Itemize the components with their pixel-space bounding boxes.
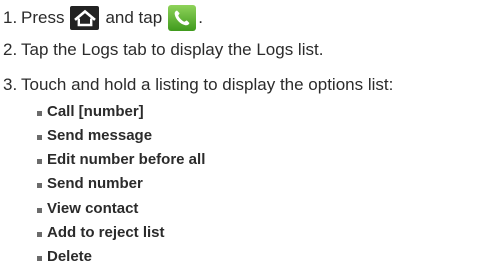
step-text-middle: and tap — [105, 8, 163, 27]
option-label: Send message — [47, 127, 153, 144]
option-label: View contact — [47, 200, 139, 217]
bullet-icon — [37, 231, 42, 237]
bullet-icon — [37, 255, 42, 261]
option-item: Add to reject list — [37, 224, 165, 242]
option-item: Send message — [37, 127, 152, 145]
option-item: Call [number] — [37, 103, 144, 121]
step-text: Tap the Logs tab to display the Logs lis… — [21, 40, 324, 59]
option-label: Add to reject list — [47, 224, 165, 241]
option-item: Delete — [37, 248, 92, 266]
step-text-after: . — [198, 8, 203, 27]
bullet-icon — [37, 158, 42, 164]
instructions-page: 1. Press and tap . 2. Tap the Logs tab t… — [0, 0, 485, 274]
option-label: Send number — [47, 175, 143, 192]
bullet-icon — [37, 182, 42, 188]
step-text: Touch and hold a listing to display the … — [21, 75, 394, 94]
step-3: 3. Touch and hold a listing to display t… — [3, 75, 393, 95]
step-text-before: Press — [21, 8, 65, 27]
option-label: Call [number] — [47, 103, 144, 120]
bullet-icon — [37, 110, 42, 116]
step-1: 1. Press and tap . — [3, 5, 203, 31]
step-number: 1. — [3, 8, 18, 27]
option-label: Edit number before all — [47, 151, 206, 168]
option-item: Edit number before all — [37, 151, 205, 169]
option-item: Send number — [37, 175, 143, 193]
phone-icon — [168, 5, 197, 31]
step-2: 2. Tap the Logs tab to display the Logs … — [3, 40, 323, 60]
bullet-icon — [37, 207, 42, 213]
bullet-icon — [37, 134, 42, 140]
option-item: View contact — [37, 200, 138, 218]
step-number: 2. — [3, 40, 18, 59]
option-label: Delete — [47, 248, 93, 265]
step-number: 3. — [3, 75, 18, 94]
home-icon — [70, 6, 100, 30]
